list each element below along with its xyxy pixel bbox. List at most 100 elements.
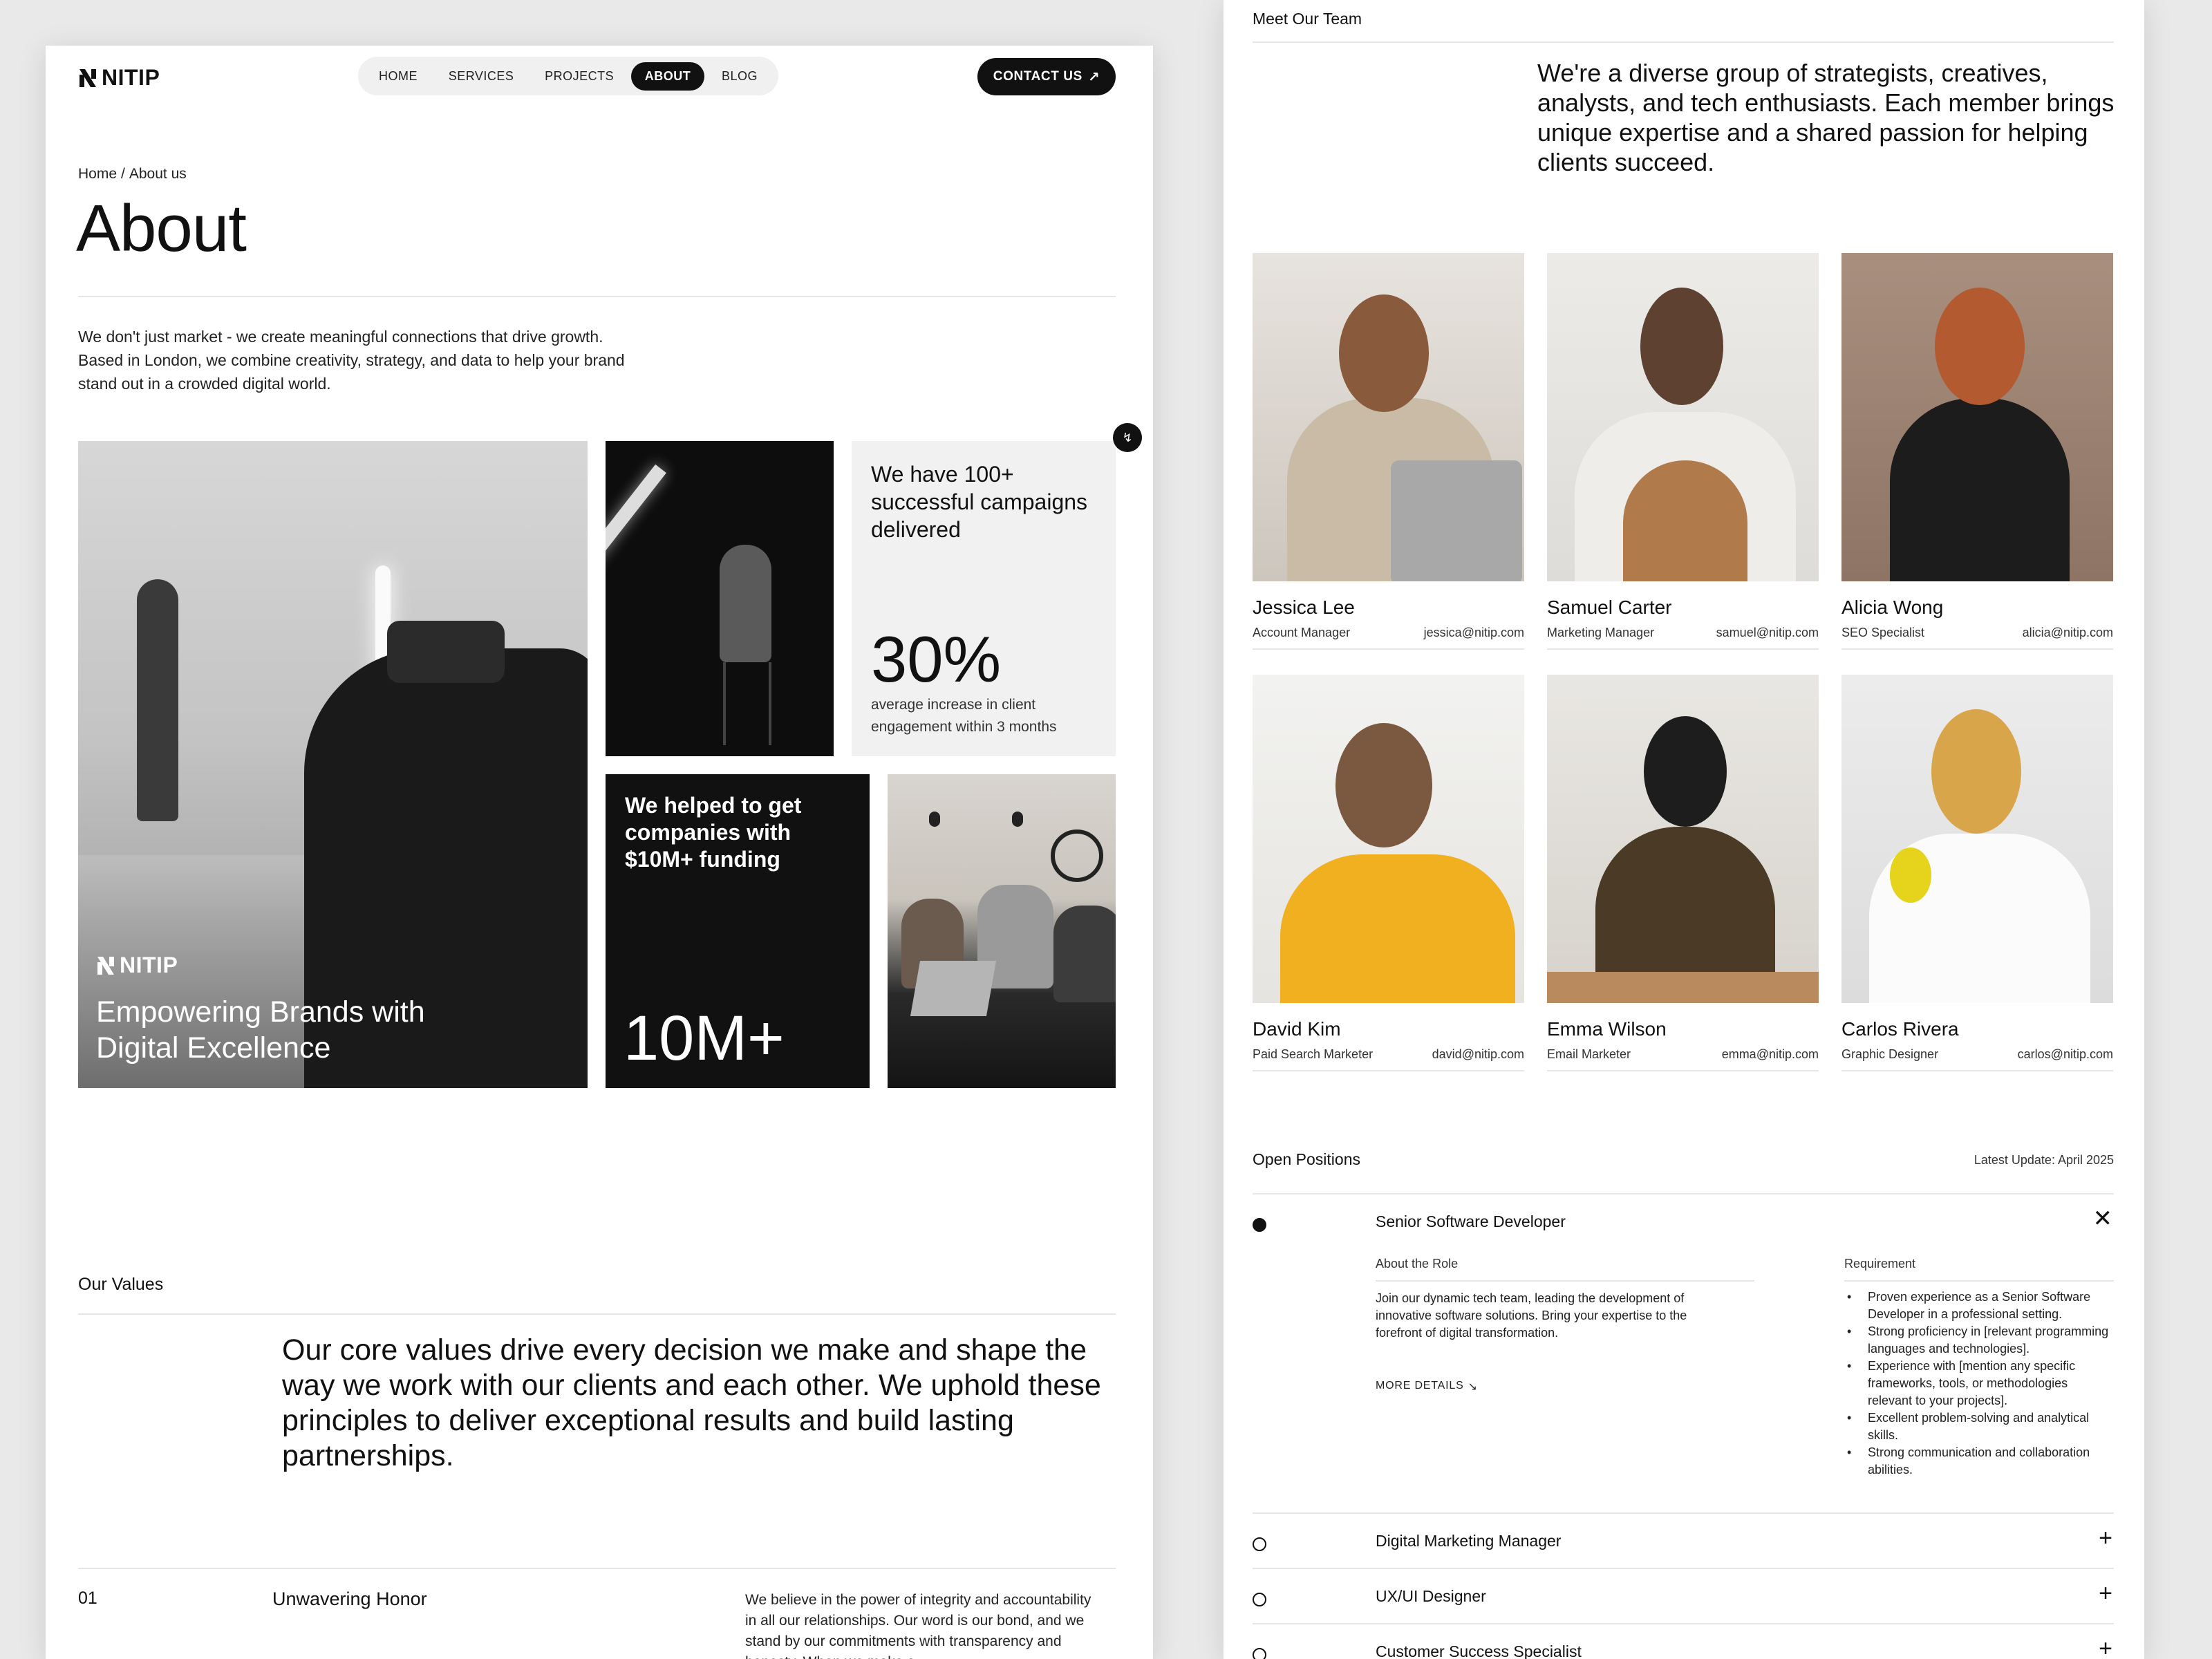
position-row[interactable]: UX/UI Designer + [1253, 1568, 2114, 1623]
nitip-logo-icon [97, 956, 114, 975]
photo-head [1931, 709, 2021, 834]
about-page: NITIP HOME SERVICES PROJECTS ABOUT BLOG … [46, 46, 1153, 1659]
value-title: Unwavering Honor [272, 1588, 427, 1609]
role-about-text: Join our dynamic tech team, leading the … [1376, 1291, 1687, 1340]
team-member-card[interactable]: Alicia Wong SEO Specialist alicia@nitip.… [1841, 253, 2113, 650]
photo-head [1335, 723, 1432, 847]
nav-projects[interactable]: PROJECTS [531, 62, 628, 91]
contact-us-button[interactable]: CONTACT US ↗ [977, 58, 1116, 95]
team-member-card[interactable]: Carlos Rivera Graphic Designer carlos@ni… [1841, 675, 2113, 1071]
plus-icon[interactable]: + [2099, 1582, 2112, 1605]
plus-icon[interactable]: + [2099, 1637, 2112, 1659]
photo-desk [1547, 972, 1819, 1003]
wall-logo [1051, 830, 1103, 882]
stat-percent: 30% [871, 623, 1002, 695]
team-member-card[interactable]: Samuel Carter Marketing Manager samuel@n… [1547, 253, 1819, 650]
position-title[interactable]: Customer Success Specialist [1376, 1642, 1582, 1659]
arrow-up-right-icon: ↗ [1087, 69, 1100, 85]
position-bullet [1253, 1648, 1266, 1659]
photo-body [1595, 827, 1775, 979]
position-bullet [1253, 1537, 1266, 1551]
funding-tile: We helped to get companies with $10M+ fu… [606, 774, 870, 1088]
nav-services[interactable]: SERVICES [435, 62, 528, 91]
photo-head [1339, 294, 1429, 412]
member-photo [1253, 253, 1524, 581]
member-meta: Account Manager jessica@nitip.com [1253, 626, 1524, 650]
hero-title: Empowering Brands with Digital Excellenc… [96, 995, 425, 1065]
values-label: Our Values [78, 1275, 164, 1294]
member-role: Email Marketer [1547, 1047, 1631, 1061]
member-name: Alicia Wong [1841, 597, 1944, 618]
nav-home[interactable]: HOME [365, 62, 431, 91]
position-title[interactable]: UX/UI Designer [1376, 1587, 1486, 1606]
requirement-heading: Requirement [1844, 1257, 1916, 1271]
nav-blog[interactable]: BLOG [708, 62, 771, 91]
breadcrumb-current: About us [129, 166, 187, 182]
member-name: David Kim [1253, 1018, 1341, 1040]
member-name: Samuel Carter [1547, 597, 1672, 618]
requirement-list: Proven experience as a Senior Software D… [1844, 1288, 2114, 1479]
member-email[interactable]: carlos@nitip.com [2018, 1047, 2113, 1062]
close-icon[interactable]: ✕ [2093, 1207, 2113, 1230]
positions-update: Latest Update: April 2025 [1974, 1153, 2114, 1167]
scroll-badge-icon[interactable]: ↯ [1113, 423, 1142, 452]
member-name: Jessica Lee [1253, 597, 1355, 618]
team-member-card[interactable]: Emma Wilson Email Marketer emma@nitip.co… [1547, 675, 1819, 1071]
photo-body [1280, 854, 1515, 1003]
member-role: SEO Specialist [1841, 626, 1925, 639]
member-meta: SEO Specialist alicia@nitip.com [1841, 626, 2113, 650]
position-row[interactable]: Customer Success Specialist + [1253, 1623, 2114, 1659]
divider [1376, 1280, 1754, 1282]
value-number: 01 [78, 1588, 97, 1608]
member-name: Carlos Rivera [1841, 1018, 1959, 1040]
stool [723, 662, 771, 745]
positions-label: Open Positions [1253, 1150, 1360, 1168]
member-photo [1547, 253, 1819, 581]
stat-percent-desc: average increase in client engagement wi… [871, 697, 1057, 735]
meeting-photo-tile [888, 774, 1116, 1088]
photo-head [1640, 288, 1723, 405]
position-title[interactable]: Digital Marketing Manager [1376, 1532, 1561, 1550]
divider [1844, 1280, 2114, 1282]
photo-flowers [1890, 847, 1931, 903]
member-meta: Graphic Designer carlos@nitip.com [1841, 1047, 2113, 1071]
intro-text: We don't just market - we create meaning… [78, 328, 625, 393]
laptop [910, 961, 997, 1016]
member-role: Paid Search Marketer [1253, 1047, 1374, 1061]
team-member-card[interactable]: David Kim Paid Search Marketer david@nit… [1253, 675, 1524, 1071]
member-email[interactable]: david@nitip.com [1432, 1047, 1524, 1062]
position-row[interactable]: Digital Marketing Manager + [1253, 1512, 2114, 1568]
more-details-link[interactable]: MORE DETAILS ↘ [1376, 1380, 1478, 1394]
breadcrumb-home[interactable]: Home [78, 166, 117, 182]
requirement-item: Strong communication and collaboration a… [1844, 1444, 2114, 1479]
divider [1253, 41, 2114, 43]
member-email[interactable]: samuel@nitip.com [1716, 626, 1819, 640]
nav-about[interactable]: ABOUT [630, 62, 705, 91]
plus-icon[interactable]: + [2099, 1526, 2112, 1550]
studio-photo-tile [606, 441, 834, 756]
requirement-item: Experience with [mention any specific fr… [1844, 1358, 2114, 1409]
page-title: About [76, 191, 247, 265]
member-email[interactable]: alicia@nitip.com [2023, 626, 2113, 640]
member-email[interactable]: jessica@nitip.com [1424, 626, 1524, 640]
requirement-item: Excellent problem-solving and analytical… [1844, 1409, 2114, 1444]
brand-logo[interactable]: NITIP [78, 65, 160, 91]
member-email[interactable]: emma@nitip.com [1722, 1047, 1819, 1062]
team-member-card[interactable]: Jessica Lee Account Manager jessica@niti… [1253, 253, 1524, 650]
member-role: Graphic Designer [1841, 1047, 1939, 1061]
hero-brand: NITIP [120, 953, 178, 977]
breadcrumb-separator: / [121, 166, 125, 182]
member-photo [1547, 675, 1819, 1003]
team-page: Meet Our Team We're a diverse group of s… [1224, 0, 2144, 1659]
requirement-item: Proven experience as a Senior Software D… [1844, 1288, 2114, 1323]
photo-laptop [1391, 460, 1522, 581]
light-bar [606, 464, 666, 604]
member-photo [1253, 675, 1524, 1003]
nitip-logo-icon [79, 68, 96, 87]
value-description: We believe in the power of integrity and… [745, 1592, 1091, 1659]
position-title[interactable]: Senior Software Developer [1376, 1212, 1566, 1231]
position-bullet [1253, 1218, 1266, 1232]
funding-big: 10M+ [624, 1003, 785, 1074]
photo-head [1935, 288, 2025, 405]
contact-us-label: CONTACT US [993, 69, 1082, 84]
